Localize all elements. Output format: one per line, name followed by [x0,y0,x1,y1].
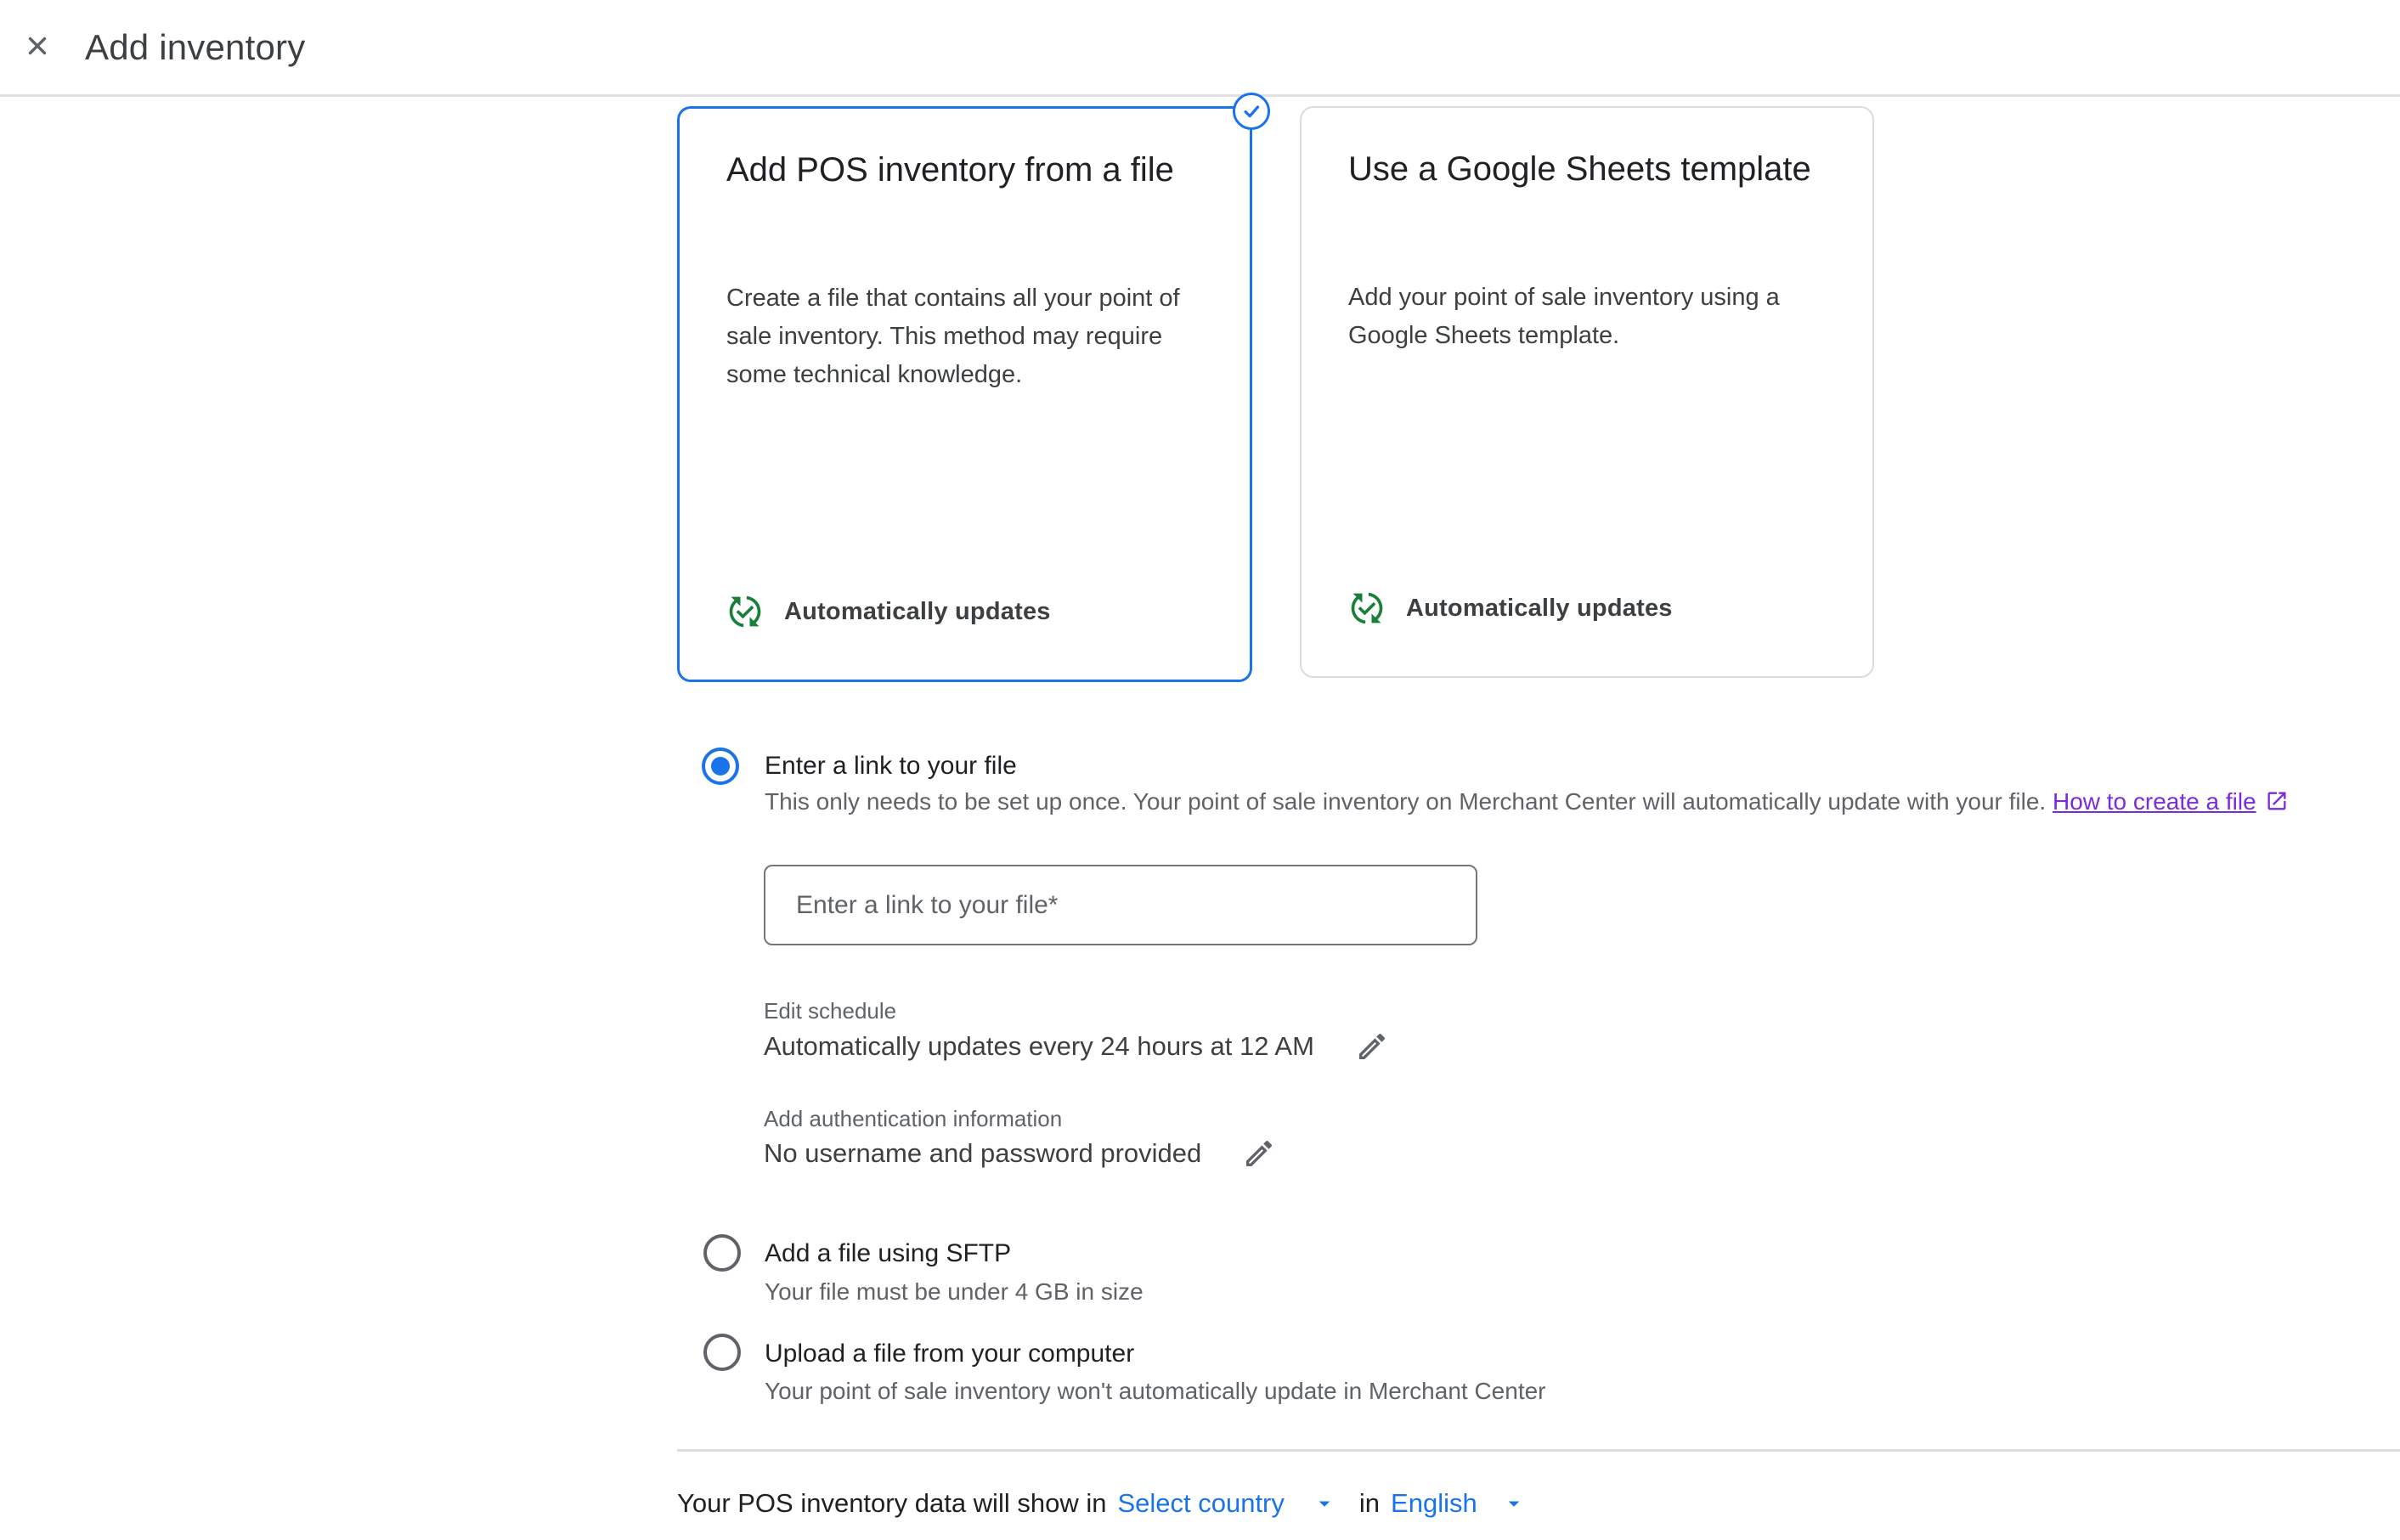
close-button[interactable] [15,24,59,68]
dialog-header: Add inventory [0,0,2400,97]
radio-upload-label[interactable]: Upload a file from your computer [765,1339,1134,1369]
auto-update-label: Automatically updates [1406,595,1673,623]
sftp-description: Your file must be under 4 GB in size [765,1278,1144,1306]
language-selector[interactable]: English [1391,1485,1527,1522]
footer-show-row: Your POS inventory data will show in Sel… [677,1485,1527,1522]
footer-divider [677,1449,2400,1452]
upload-description: Your point of sale inventory won't autom… [765,1377,1546,1406]
auto-update-row: Automatically updates [1348,589,1673,627]
auth-row: No username and password provided [764,1137,1276,1171]
auto-update-label: Automatically updates [784,598,1051,626]
country-selector[interactable]: Select country [1117,1485,1336,1522]
how-to-create-file-link[interactable]: How to create a file [2053,788,2256,815]
radio-sftp[interactable] [703,1234,741,1272]
radio-enter-link[interactable] [702,747,739,785]
footer-prefix-text: Your POS inventory data will show in [677,1485,1106,1522]
add-inventory-dialog: Add inventory Add POS inventory from a f… [0,0,2400,1540]
auto-update-sync-icon [726,593,764,630]
schedule-value: Automatically updates every 24 hours at … [764,1029,1314,1063]
radio-dot [711,757,730,776]
auth-value: No username and password provided [764,1137,1201,1171]
close-icon [23,31,52,60]
radio-sftp-label[interactable]: Add a file using SFTP [765,1238,1011,1269]
card-description: Create a file that contains all your poi… [726,279,1203,394]
card-pos-inventory-from-file[interactable]: Add POS inventory from a file Create a f… [677,106,1252,682]
edit-auth-pencil-icon[interactable] [1242,1137,1276,1171]
auth-info-label: Add authentication information [764,1105,1062,1132]
card-title: Use a Google Sheets template [1348,148,1826,190]
language-selector-label[interactable]: English [1391,1485,1477,1522]
edit-schedule-pencil-icon[interactable] [1355,1029,1389,1063]
card-title: Add POS inventory from a file [726,149,1203,191]
footer-middle-text: in [1359,1485,1380,1522]
edit-schedule-label: Edit schedule [764,997,896,1024]
check-icon [1239,99,1264,124]
enter-link-description: This only needs to be set up once. Your … [765,787,2289,820]
file-link-input[interactable] [764,865,1477,945]
auto-update-row: Automatically updates [726,593,1051,630]
page-title: Add inventory [85,0,305,94]
dropdown-arrow-icon [1312,1491,1337,1516]
enter-link-description-text: This only needs to be set up once. Your … [765,788,2046,815]
country-selector-label[interactable]: Select country [1117,1485,1284,1522]
radio-enter-link-label[interactable]: Enter a link to your file [765,751,1017,781]
card-selected-badge [1233,93,1270,130]
dropdown-arrow-icon [1501,1491,1527,1516]
external-link-icon[interactable] [2265,789,2289,813]
card-description: Add your point of sale inventory using a… [1348,279,1826,355]
radio-upload[interactable] [703,1334,741,1371]
schedule-row: Automatically updates every 24 hours at … [764,1029,1389,1063]
card-google-sheets-template[interactable]: Use a Google Sheets template Add your po… [1300,106,1874,678]
auto-update-sync-icon [1348,589,1386,627]
